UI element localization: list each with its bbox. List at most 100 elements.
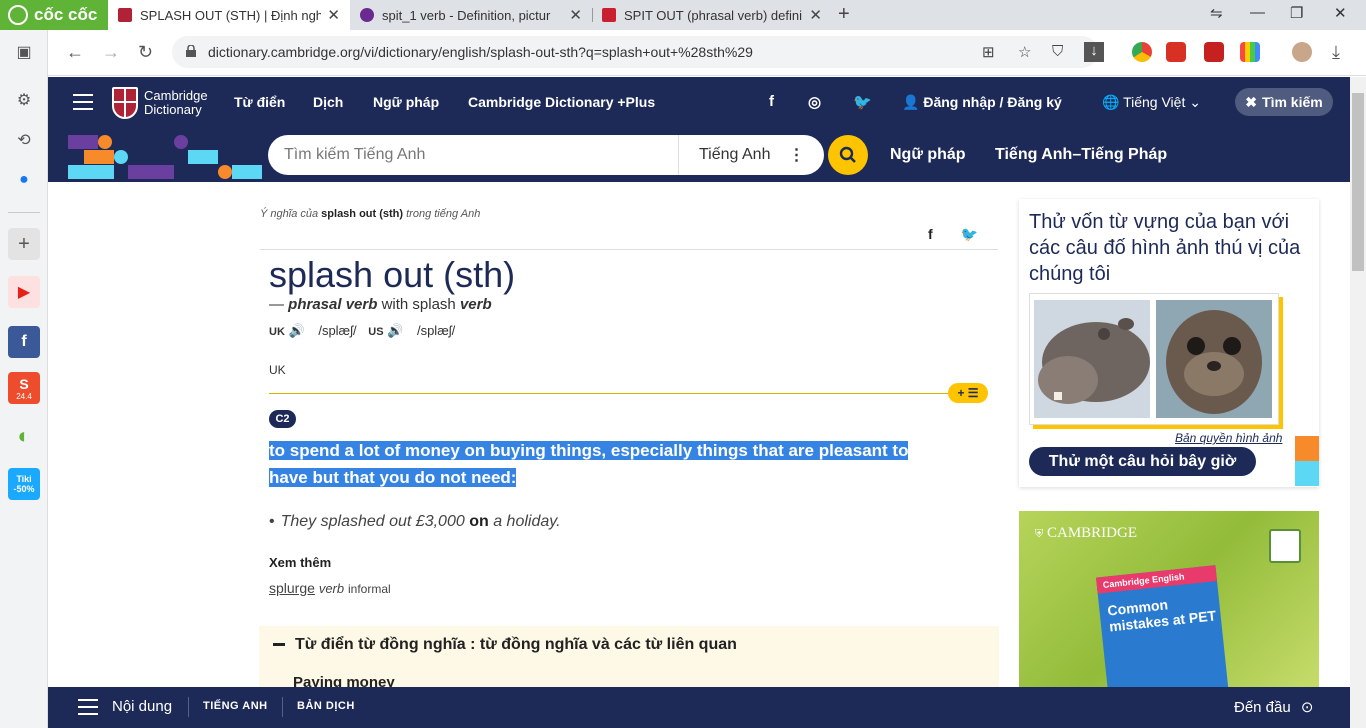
breadcrumb-post: trong tiếng Anh <box>406 208 481 220</box>
forward-button[interactable]: → <box>102 42 120 63</box>
restore-button[interactable]: ❐ <box>1290 4 1303 22</box>
back-to-top-link[interactable]: Đến đầu ⊙ <box>1234 698 1313 716</box>
downloads-icon[interactable]: ⤓ <box>1332 42 1340 63</box>
shopee-icon[interactable]: S 24.4 <box>8 372 40 404</box>
see-also-link[interactable]: splurge <box>269 580 315 596</box>
search-toggle-button[interactable]: ✖ Tìm kiếm <box>1235 88 1333 116</box>
sidebar-toggle-icon[interactable]: ▣ <box>8 36 40 68</box>
collapse-icon[interactable] <box>273 643 285 646</box>
footer-tab-english[interactable]: TIẾNG ANH <box>203 700 268 712</box>
reload-button[interactable]: ↻ <box>138 42 153 63</box>
search-toggle-label: Tìm kiếm <box>1262 94 1323 110</box>
sense-divider <box>269 393 959 394</box>
browser-toolbar: ← → ↻ dictionary.cambridge.org/vi/dictio… <box>48 30 1366 76</box>
subnav-grammar[interactable]: Ngữ pháp <box>890 146 966 164</box>
download-page-icon[interactable]: ↓ <box>1084 42 1104 62</box>
ad-book-title: Common mistakes at PET <box>1106 596 1217 635</box>
globe-icon: 🌐 <box>1102 94 1120 110</box>
add-app-icon[interactable]: + <box>8 228 40 260</box>
subnav-english-french[interactable]: Tiếng Anh–Tiếng Pháp <box>995 146 1167 164</box>
quiz-title: Thử vốn từ vựng của bạn với các câu đố h… <box>1029 211 1301 285</box>
share-facebook-icon[interactable]: f <box>928 226 933 242</box>
logo-line-1: Cambridge <box>144 88 208 103</box>
seal-image <box>1156 300 1272 418</box>
browser-tab[interactable]: spit_1 verb - Definition, pictur ✕ <box>350 0 592 30</box>
cefr-level-badge: C2 <box>269 410 296 428</box>
uk-audio-speaker-icon[interactable]: 🔊 <box>289 323 305 338</box>
login-link[interactable]: 👤 Đăng nhập / Đăng ký <box>902 94 1062 111</box>
color-extension-icon[interactable] <box>1240 42 1260 62</box>
user-icon: 👤 <box>902 94 920 110</box>
facebook-icon[interactable]: f <box>8 326 40 358</box>
history-icon[interactable]: ⟲ <box>8 124 40 156</box>
us-audio-speaker-icon[interactable]: 🔊 <box>387 323 403 338</box>
record-extension-icon[interactable] <box>1204 42 1224 62</box>
messenger-icon[interactable]: ● <box>8 164 40 196</box>
definition-line-2: have but that you do not need: <box>269 468 517 487</box>
example-bold: on <box>469 513 489 530</box>
footer-divider <box>188 697 189 717</box>
breadcrumb-pre: Ý nghĩa của <box>260 208 319 220</box>
address-bar[interactable]: dictionary.cambridge.org/vi/dictionary/e… <box>172 36 1104 68</box>
new-tab-button[interactable]: + <box>838 3 850 26</box>
youtube-icon[interactable]: ▶ <box>8 276 40 308</box>
thesaurus-title[interactable]: Từ điển từ đồng nghĩa : từ đồng nghĩa và… <box>295 636 737 654</box>
page-scrollbar[interactable] <box>1350 77 1366 728</box>
uk-label: UK <box>269 326 285 338</box>
back-button[interactable]: ← <box>66 42 84 63</box>
browser-sidebar: ▣ ⚙ ⟲ ● + ▶ f S 24.4 ◐ Tiki -50% <box>0 30 48 728</box>
advertisement-banner[interactable]: ⛨ CAMBRIDGE Cambridge English Common mis… <box>1019 511 1319 687</box>
footer-tab-translations[interactable]: BẢN DỊCH <box>297 700 355 712</box>
new-extension-icon[interactable] <box>1166 42 1186 62</box>
nav-translate[interactable]: Dịch <box>313 94 343 110</box>
translate-icon[interactable]: ⊞ <box>982 43 995 61</box>
cambridge-logo[interactable]: Cambridge Dictionary <box>112 87 208 119</box>
instagram-icon[interactable]: ◎ <box>808 93 821 111</box>
contents-link[interactable]: Nội dung <box>112 698 172 715</box>
nav-grammar[interactable]: Ngữ pháp <box>373 94 439 110</box>
quiz-image-pair[interactable] <box>1029 293 1279 425</box>
nav-plus[interactable]: Cambridge Dictionary +Plus <box>468 94 655 110</box>
ad-book-cover: Cambridge English Common mistakes at PET <box>1096 565 1230 687</box>
close-tab-icon[interactable]: ✕ <box>569 6 582 24</box>
minimize-button[interactable]: — <box>1250 4 1265 21</box>
shield-protect-icon[interactable]: ⛉ <box>1052 43 1063 60</box>
chrome-extension-icon[interactable] <box>1132 42 1152 62</box>
scrollbar-thumb[interactable] <box>1352 93 1364 271</box>
nav-dictionary[interactable]: Từ điển <box>234 94 285 110</box>
image-credit-link[interactable]: Bản quyền hình ảnh <box>1175 431 1282 445</box>
profile-avatar[interactable] <box>1292 42 1312 62</box>
twitter-icon[interactable]: 🐦 <box>853 93 872 111</box>
bookmark-star-icon[interactable]: ☆ <box>1018 43 1031 61</box>
login-label: Đăng nhập / Đăng ký <box>923 94 1062 110</box>
share-twitter-icon[interactable]: 🐦 <box>961 226 978 242</box>
close-tab-icon[interactable]: ✕ <box>809 6 822 24</box>
close-tab-icon[interactable]: ✕ <box>327 6 340 24</box>
coccoc-logo[interactable]: cốc cốc <box>0 0 108 30</box>
sidebar-divider <box>8 212 40 213</box>
try-quiz-button[interactable]: Thử một câu hỏi bây giờ <box>1029 447 1256 476</box>
tab-list-icon[interactable]: ⇋ <box>1210 4 1223 22</box>
search-button[interactable] <box>828 135 868 175</box>
settings-icon[interactable]: ⚙ <box>8 84 40 116</box>
part-of-speech-line: — phrasal verb with splash verb <box>269 296 492 313</box>
facebook-icon[interactable]: f <box>769 93 774 110</box>
browser-tab[interactable]: SPIT OUT (phrasal verb) defini ✕ <box>592 0 832 30</box>
divider <box>260 249 998 250</box>
language-selector[interactable]: 🌐 Tiếng Việt ⌄ <box>1102 94 1201 111</box>
ad-brand: ⛨ CAMBRIDGE <box>1035 525 1137 542</box>
close-window-button[interactable]: ✕ <box>1334 4 1347 22</box>
add-to-wordlist-button[interactable]: + ☰ <box>948 383 988 403</box>
search-language-selector[interactable]: Tiếng Anh ⋮ <box>678 135 824 175</box>
tab-title: spit_1 verb - Definition, pictur <box>382 7 551 23</box>
browser-tab-active[interactable]: SPLASH OUT (STH) | Định nghĩa ✕ <box>108 0 350 30</box>
coccoc-extension-icon[interactable]: ◐ <box>8 420 40 452</box>
definition-text: to spend a lot of money on buying things… <box>269 437 959 491</box>
search-input[interactable]: Tìm kiếm Tiếng Anh <box>284 146 425 164</box>
tiki-icon[interactable]: Tiki -50% <box>8 468 40 500</box>
menu-icon[interactable] <box>73 94 93 110</box>
language-label: Tiếng Việt <box>1123 94 1186 110</box>
contents-menu-icon[interactable] <box>78 699 98 715</box>
pronunciation-line: UK 🔊 /splæʃ/ US 🔊 /splæʃ/ <box>269 323 455 339</box>
footer-divider <box>282 697 283 717</box>
